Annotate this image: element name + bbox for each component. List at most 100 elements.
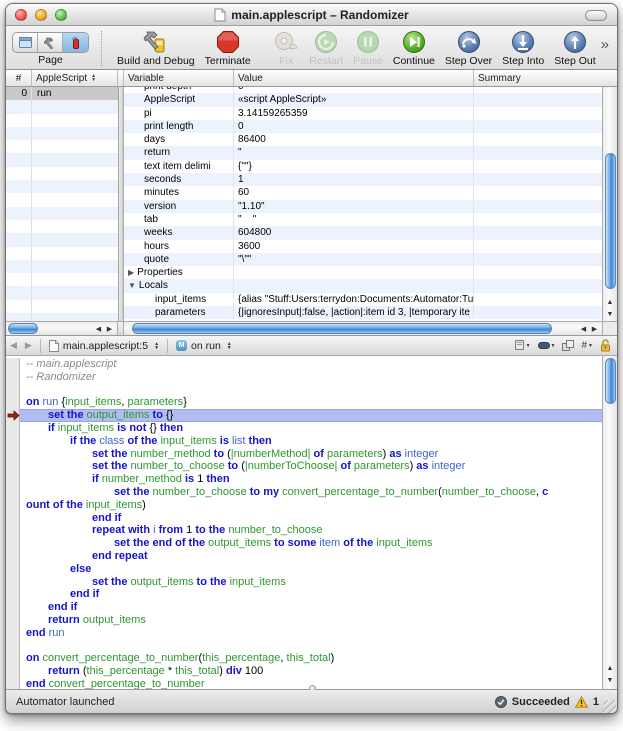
code-editor[interactable]: -- main.applescript-- Randomizer on run {… [6,356,617,689]
thread-row[interactable] [6,114,118,127]
code-line[interactable]: set the number_to_choose to (|numberToCh… [6,460,617,473]
scrollbar-thumb[interactable] [132,323,552,334]
thread-row[interactable] [6,127,118,140]
thread-row[interactable] [6,313,118,321]
variable-row[interactable]: return" [124,146,602,159]
scrollbar-arrows[interactable]: ◀▶ [93,322,115,335]
breakpoint-gutter[interactable] [6,448,20,461]
warning-count[interactable]: 1 [593,696,599,708]
breakpoint-gutter[interactable] [6,614,20,627]
step-into-button[interactable]: Step Into [502,29,544,67]
terminate-button[interactable]: Terminate [205,29,251,67]
scrollbar-thumb[interactable] [605,358,616,404]
variable-row[interactable]: text item delimi{""} [124,160,602,173]
breakpoint-gutter[interactable] [6,678,20,689]
thread-row[interactable] [6,167,118,180]
variable-row[interactable]: minutes60 [124,186,602,199]
code-line[interactable]: on convert_percentage_to_number(this_per… [6,652,617,665]
close-button[interactable] [15,9,27,21]
code-line[interactable]: -- Randomizer [6,371,617,384]
breakpoint-gutter[interactable] [6,652,20,665]
pause-button[interactable]: Pause [353,29,383,67]
breakpoint-gutter[interactable] [6,409,20,422]
step-over-button[interactable]: Step Over [445,29,492,67]
variables-horizontal-scrollbar[interactable]: ◀▶ [124,322,602,335]
code-line[interactable]: repeat with i from 1 to the number_to_ch… [6,524,617,537]
code-line[interactable]: if the class of the input_items is list … [6,435,617,448]
breakpoint-gutter[interactable] [6,499,20,512]
code-line[interactable]: return output_items [6,614,617,627]
variable-row[interactable]: ▼Locals [124,279,602,292]
thread-row[interactable] [6,153,118,166]
toolbar-overflow-chevron[interactable]: » [601,36,613,63]
code-line[interactable]: set the end of the output_items to some … [6,537,617,550]
code-line[interactable]: set the number_to_choose to my convert_p… [6,486,617,499]
variable-row[interactable]: seconds1 [124,173,602,186]
code-line[interactable]: -- main.applescript [6,358,617,371]
summary-column-header[interactable]: Summary [474,70,617,86]
thread-row[interactable] [6,300,118,313]
code-line[interactable]: if input_items is not {} then [6,422,617,435]
thread-row[interactable] [6,273,118,286]
variable-row[interactable]: days86400 [124,133,602,146]
build-and-debug-button[interactable]: Build and Debug [117,29,195,67]
code-line[interactable]: ount of the input_items) [6,499,617,512]
code-line[interactable]: return (this_percentage * this_total) di… [6,665,617,678]
thread-row[interactable] [6,247,118,260]
nav-back-button[interactable]: ◀ [6,340,21,351]
thread-row[interactable] [6,207,118,220]
breakpoint-gutter[interactable] [6,576,20,589]
breakpoint-gutter[interactable] [6,588,20,601]
code-line[interactable]: end repeat [6,550,617,563]
threads-horizontal-scrollbar[interactable]: ◀▶ [6,322,118,335]
breakpoint-gutter[interactable] [6,512,20,525]
line-number-menu-button[interactable]: # ▼ [581,340,593,351]
editor-vertical-scrollbar[interactable]: ▲▼ [602,356,617,689]
thread-row[interactable]: 0run [6,87,118,100]
succeeded-label[interactable]: Succeeded [512,696,570,708]
thread-row[interactable] [6,140,118,153]
code-line[interactable] [6,640,617,653]
threads-table[interactable]: 0run [6,87,118,321]
variable-row[interactable]: parameters{|ignoresInput|:false, |action… [124,306,602,319]
scrollbar-thumb[interactable] [8,323,38,334]
breakpoint-gutter[interactable] [6,601,20,614]
variable-row[interactable]: version"1.10" [124,200,602,213]
code-line[interactable]: else [6,563,617,576]
disclosure-collapsed-icon[interactable]: ▶ [128,268,134,277]
thread-row[interactable] [6,233,118,246]
threads-name-header[interactable]: AppleScript ▲▼ [32,70,118,86]
variable-row[interactable]: input_items{alias "Stuff:Users:terrydon:… [124,293,602,306]
thread-row[interactable] [6,220,118,233]
code-line[interactable]: on run {input_items, parameters} [6,396,617,409]
variable-row[interactable]: hours3600 [124,240,602,253]
breakpoint-gutter[interactable] [6,486,20,499]
variable-row[interactable]: print length0 [124,120,602,133]
file-popup[interactable]: main.applescript:5 ▲▼ [45,340,163,352]
counterpart-button[interactable] [562,340,574,351]
page-debug-segment[interactable] [63,33,88,52]
code-line[interactable]: set the output_items to the input_items [6,576,617,589]
scrollbar-thumb[interactable] [605,153,616,289]
code-line[interactable]: end if [6,588,617,601]
breakpoint-gutter[interactable] [6,422,20,435]
thread-row[interactable] [6,180,118,193]
breakpoint-gutter[interactable] [6,371,20,384]
variable-row[interactable]: AppleScript«script AppleScript» [124,93,602,106]
breakpoint-gutter[interactable] [6,640,20,653]
scrollbar-arrows[interactable]: ▲▼ [603,663,617,687]
code-line[interactable]: end if [6,601,617,614]
nav-forward-button[interactable]: ▶ [21,340,36,351]
breakpoint-gutter[interactable] [6,537,20,550]
restart-button[interactable]: Restart [309,29,343,67]
step-out-button[interactable]: Step Out [554,29,595,67]
breakpoint-gutter[interactable] [6,460,20,473]
variable-column-header[interactable]: Variable [124,70,234,86]
value-column-header[interactable]: Value [234,70,474,86]
variables-vertical-scrollbar[interactable]: ▲▼ [602,87,617,321]
variable-row[interactable]: tab" " [124,213,602,226]
fix-button[interactable]: Fix [273,29,299,67]
code-line[interactable] [6,384,617,397]
zoom-button[interactable] [55,9,67,21]
page-build-segment[interactable] [38,33,63,52]
